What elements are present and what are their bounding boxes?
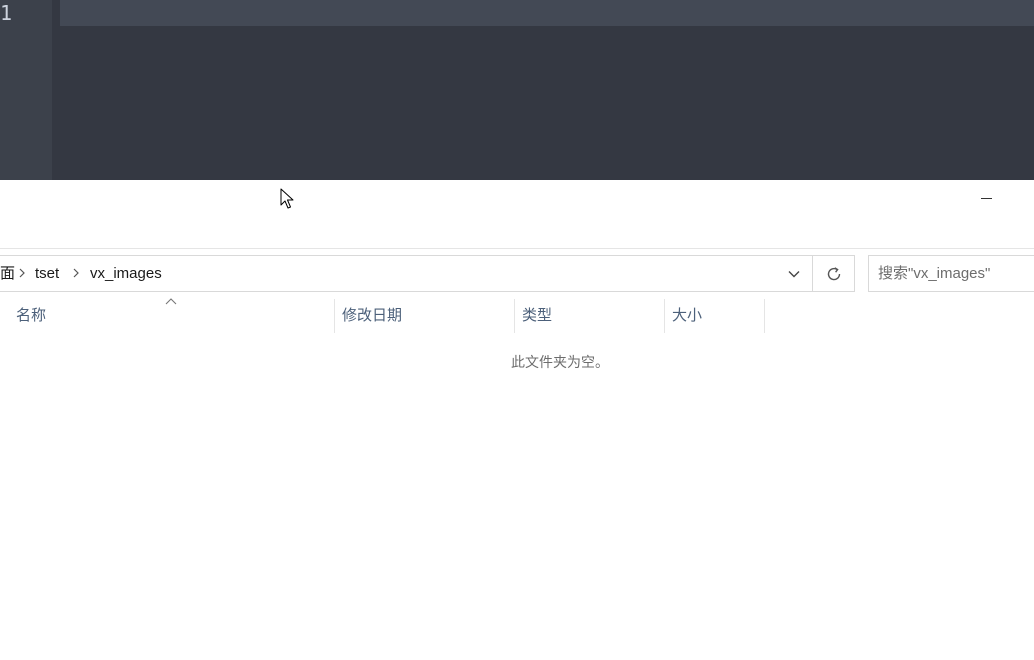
column-header-size[interactable]: 大小: [672, 299, 702, 333]
address-dropdown-button[interactable]: [776, 256, 812, 291]
minimize-icon: [980, 197, 992, 199]
address-bar[interactable]: 面 tset vx_images: [0, 255, 855, 292]
column-header-type[interactable]: 类型: [522, 299, 552, 333]
ribbon-divider: [0, 248, 1034, 249]
chevron-right-icon[interactable]: [18, 268, 26, 278]
refresh-icon: [827, 266, 840, 280]
code-editor[interactable]: 1: [0, 0, 1034, 180]
sort-ascending-icon: [165, 298, 177, 305]
current-line-highlight[interactable]: [60, 0, 1034, 26]
search-box[interactable]: [868, 255, 1034, 292]
breadcrumb-partial-segment[interactable]: 面: [0, 256, 15, 291]
breadcrumb-vx-images[interactable]: vx_images: [90, 256, 162, 291]
column-headers: 名称 修改日期 类型 大小: [0, 298, 1034, 333]
line-number: 1: [0, 1, 13, 25]
line-number-gutter: 1: [0, 0, 52, 180]
breadcrumb-tset[interactable]: tset: [35, 256, 59, 291]
column-header-name[interactable]: 名称: [16, 299, 46, 333]
chevron-right-icon[interactable]: [72, 268, 80, 278]
column-header-modified[interactable]: 修改日期: [342, 299, 402, 333]
column-divider[interactable]: [514, 299, 515, 333]
column-divider[interactable]: [664, 299, 665, 333]
empty-folder-message: 此文件夹为空。: [511, 354, 609, 370]
title-bar[interactable]: [0, 180, 1034, 248]
chevron-down-icon: [788, 270, 800, 277]
search-input[interactable]: [869, 256, 1034, 291]
column-divider[interactable]: [334, 299, 335, 333]
mouse-cursor-icon: [280, 188, 294, 209]
file-explorer-window: 面 tset vx_images 名称 修改日期: [0, 180, 1034, 660]
refresh-button[interactable]: [813, 256, 854, 291]
minimize-button[interactable]: [972, 188, 1000, 208]
column-divider[interactable]: [764, 299, 765, 333]
